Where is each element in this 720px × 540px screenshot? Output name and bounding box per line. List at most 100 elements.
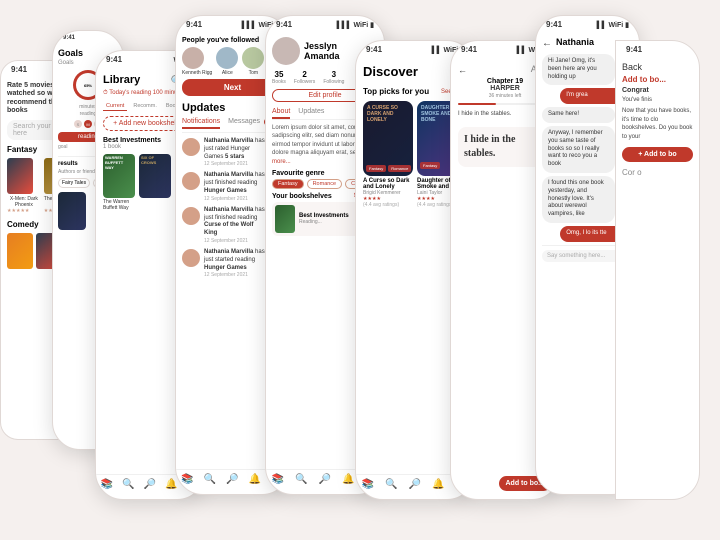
book-xmen[interactable]: X-Men: Dark Phoenix ★★★★★ bbox=[7, 158, 41, 214]
day-m: M bbox=[84, 120, 92, 128]
person-avatar-3 bbox=[242, 47, 264, 69]
six-crows-book[interactable]: SIX OF CROWS bbox=[139, 154, 171, 211]
following-count: 3 bbox=[323, 70, 344, 79]
back-btn-add[interactable]: Back bbox=[622, 62, 642, 72]
book-title-xmen: X-Men: Dark Phoenix bbox=[7, 196, 41, 208]
tab-about[interactable]: About bbox=[272, 108, 290, 119]
status-bar-8: 9:41 ▌▌ WiFi ▮ bbox=[536, 16, 639, 31]
nav-discover-5[interactable]: 🔍 bbox=[295, 474, 307, 485]
pick-curse[interactable]: A CURSE SO DARK AND LONELY Fantasy Roman… bbox=[363, 101, 413, 208]
status-bar-2: 9:41 bbox=[53, 31, 123, 43]
notif-time-4: 12 September 2021 bbox=[204, 272, 265, 278]
person-3[interactable]: Tom bbox=[242, 47, 264, 76]
badge-romance-curse: Romance bbox=[388, 165, 411, 172]
tab-current[interactable]: Current bbox=[103, 102, 127, 111]
genre-romance[interactable]: Romance bbox=[307, 179, 343, 189]
add-to-bookshelf-btn[interactable]: + Add to bo bbox=[622, 147, 693, 162]
nav-library-4[interactable]: 📚 bbox=[181, 474, 193, 485]
tab-updates[interactable]: Updates bbox=[298, 108, 324, 119]
notif-avatar-3 bbox=[182, 207, 200, 225]
status-bar-9: 9:41 bbox=[616, 41, 699, 56]
reading-progress-fill bbox=[458, 103, 496, 105]
chat-msg-5: I found this one book yesterday, and hon… bbox=[542, 176, 615, 223]
stat-books: 35 Books bbox=[272, 70, 286, 85]
book-comedy1[interactable] bbox=[7, 233, 33, 269]
status-time-6: 9:41 bbox=[366, 45, 382, 54]
nav-search-4[interactable]: 🔎 bbox=[226, 474, 238, 485]
badge-fantasy-curse: Fantasy bbox=[366, 165, 386, 172]
status-time-2: 9:41 bbox=[63, 35, 75, 41]
nav-search-6[interactable]: 🔎 bbox=[409, 479, 421, 490]
person-1[interactable]: Kenneth Rigg bbox=[182, 47, 212, 76]
add-book-text: You've finis bbox=[622, 96, 693, 104]
notif-text-1: Nathania Marvilla has just rated Hunger … bbox=[204, 138, 265, 161]
nav-discover-6[interactable]: 🔍 bbox=[385, 479, 397, 490]
chat-msg-3: Same here! bbox=[542, 107, 615, 123]
nav-library-3[interactable]: 📚 bbox=[101, 479, 113, 490]
shelf-count: 1 book bbox=[103, 144, 161, 150]
nav-updates-5[interactable]: 🔔 bbox=[342, 474, 354, 485]
signal-icon-8: ▌▌ WiFi ▮ bbox=[597, 21, 629, 29]
warren-cover: WARREN BUFFETT WAY bbox=[103, 154, 135, 198]
chat-name: Nathania bbox=[556, 37, 594, 47]
status-icons-5: ▌▌▌ WiFi ▮ bbox=[337, 21, 374, 29]
back-btn-reading[interactable]: ← bbox=[458, 65, 467, 75]
tab-recs[interactable]: Recomm. bbox=[130, 102, 160, 111]
color-label: Cor o bbox=[622, 168, 693, 177]
person-2[interactable]: Alice bbox=[216, 47, 238, 76]
profile-avatar bbox=[272, 37, 300, 65]
filter-fairy[interactable]: Fairy Tales bbox=[58, 178, 90, 188]
add-book-title: Add to bo... bbox=[622, 75, 693, 84]
notif-avatar-2 bbox=[182, 172, 200, 190]
following-label: Following bbox=[323, 79, 344, 85]
day-s: S bbox=[74, 120, 82, 128]
reading-body: I hide in the stables. bbox=[464, 133, 546, 161]
progress-pct: 65% bbox=[84, 83, 92, 88]
status-time-5: 9:41 bbox=[276, 20, 292, 29]
six-crows-cover: SIX OF CROWS bbox=[139, 154, 171, 198]
signal-icon-5: ▌▌▌ WiFi ▮ bbox=[337, 21, 374, 29]
nav-updates-4[interactable]: 🔔 bbox=[249, 474, 261, 485]
status-icons-8: ▌▌ WiFi ▮ bbox=[597, 21, 629, 29]
nav-discover-3[interactable]: 🔍 bbox=[122, 479, 134, 490]
back-btn-chat[interactable]: ← bbox=[542, 38, 552, 49]
add-book-desc: Now that you have books, it's time to cl… bbox=[622, 107, 693, 141]
genre-fantasy[interactable]: Fantasy bbox=[272, 179, 304, 189]
notif-text-4: Nathania Marvilla has just started readi… bbox=[204, 249, 265, 272]
stat-followers: 2 Followers bbox=[294, 70, 315, 85]
curse-title: A Curse so Dark and Lonely bbox=[363, 178, 413, 190]
nav-updates-6[interactable]: 🔔 bbox=[432, 479, 444, 490]
person-name-2: Alice bbox=[216, 70, 238, 76]
books-label: Books bbox=[272, 79, 286, 85]
notif-avatar-1 bbox=[182, 138, 200, 156]
stars-xmen: ★★★★★ bbox=[7, 208, 41, 214]
tab-notifications[interactable]: Notifications bbox=[182, 118, 220, 129]
stat-following: 3 Following bbox=[323, 70, 344, 85]
person-avatar-2 bbox=[216, 47, 238, 69]
nav-search-3[interactable]: 🔎 bbox=[144, 479, 156, 490]
followers-label: Followers bbox=[294, 79, 315, 85]
status-time-3: 9:41 bbox=[106, 55, 122, 64]
status-time-9: 9:41 bbox=[626, 45, 642, 54]
status-time-7: 9:41 bbox=[461, 45, 477, 54]
badge-fantasy-smoke: Fantasy bbox=[420, 162, 440, 169]
person-name-3: Tom bbox=[242, 70, 264, 76]
status-time-8: 9:41 bbox=[546, 20, 562, 29]
status-bar-5: 9:41 ▌▌▌ WiFi ▮ bbox=[266, 16, 384, 31]
more-link[interactable]: more... bbox=[272, 159, 291, 165]
nav-discover-4[interactable]: 🔍 bbox=[204, 474, 216, 485]
books-count: 35 bbox=[272, 70, 286, 79]
phone-add-book-partial: 9:41 Back Add to bo... Congrat You've fi… bbox=[615, 40, 700, 500]
book-cover-c1 bbox=[7, 233, 33, 269]
person-avatar-1 bbox=[182, 47, 204, 69]
curse-cover: A CURSE SO DARK AND LONELY Fantasy Roman… bbox=[363, 101, 413, 176]
notif-text-3: Nathania Marvilla has just finished read… bbox=[204, 207, 265, 238]
nav-library-6[interactable]: 📚 bbox=[362, 479, 374, 490]
notif-text-2: Nathania Marvilla has just finished read… bbox=[204, 172, 265, 195]
nav-search-5[interactable]: 🔎 bbox=[319, 474, 331, 485]
notif-avatar-4 bbox=[182, 249, 200, 267]
book-six-crows[interactable] bbox=[58, 192, 86, 230]
warren-book[interactable]: WARREN BUFFETT WAY The Warren Buffett Wa… bbox=[103, 154, 135, 211]
nav-library-5[interactable]: 📚 bbox=[272, 474, 284, 485]
current-book-cover bbox=[275, 205, 295, 233]
